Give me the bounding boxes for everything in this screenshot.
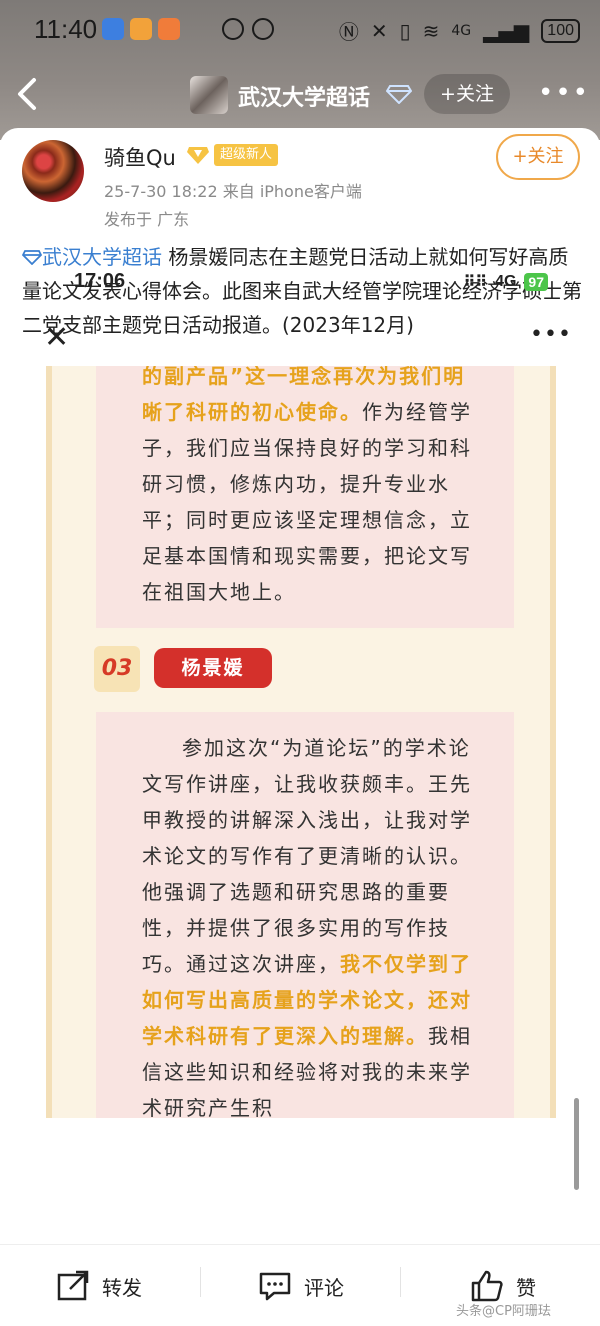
divider <box>200 1267 201 1297</box>
signal-bars-icon: ▂▄▆ <box>483 18 530 43</box>
signal-icon: 4G <box>451 22 472 39</box>
quote-box: 参加这次“为道论坛”的学术论文写作讲座，让我收获颇丰。王先甲教授的讲解深入浅出，… <box>96 712 514 1118</box>
repost-label: 转发 <box>102 1275 142 1300</box>
quote-box: 的副产品”这一理念再次为我们明晰了科研的初心使命。作为经管学子，我们应当保持良好… <box>96 366 514 628</box>
app-notification-icon <box>158 18 180 40</box>
thumbs-up-icon <box>471 1270 503 1302</box>
status-badge: 超级新人 <box>214 144 279 166</box>
eye-icon <box>252 18 274 40</box>
status-time: 11:40 <box>34 14 98 44</box>
like-label: 赞 <box>516 1275 536 1300</box>
wifi-icon: ≋ <box>422 18 440 43</box>
status-bar: 11:40 Ⓝ ✕ ▯ ≋ 4G ▂▄▆ 100 <box>0 0 600 62</box>
section-name: 杨景媛 <box>154 648 272 688</box>
topic-follow-button[interactable]: +关注 <box>424 74 510 114</box>
header-background: 11:40 Ⓝ ✕ ▯ ≋ 4G ▂▄▆ 100 武汉大学超话 +关注 ••• <box>0 0 600 140</box>
signal-dots-icon: ⠿⠿ <box>463 274 488 291</box>
vibrate-icon: ▯ <box>399 18 411 43</box>
back-icon[interactable] <box>14 74 50 114</box>
author-name[interactable]: 骑鱼Qu <box>104 142 176 172</box>
divider <box>400 1267 401 1297</box>
more-icon[interactable]: ••• <box>538 78 590 108</box>
scrollbar[interactable] <box>574 1098 579 1190</box>
diamond-icon <box>386 85 412 104</box>
follow-button[interactable]: +关注 <box>496 134 580 180</box>
section-number: 03 <box>94 646 140 692</box>
paragraph: 参加这次“为道论坛”的学术论文写作讲座，让我收获颇丰。王先甲教授的讲解深入浅出，… <box>142 730 472 1118</box>
nfc-icon: Ⓝ <box>338 20 359 44</box>
app-notification-icon <box>102 18 124 40</box>
battery-icon: 100 <box>541 18 580 43</box>
embedded-status-bar: 17:06 ⠿⠿ 4G 97 <box>0 258 600 308</box>
embedded-status-icons: ⠿⠿ 4G 97 <box>464 272 548 292</box>
comment-button[interactable]: 评论 <box>258 1269 344 1303</box>
embedded-battery: 97 <box>524 273 548 291</box>
status-icons: Ⓝ ✕ ▯ ≋ 4G ▂▄▆ 100 <box>339 16 580 45</box>
close-icon: ✕ <box>44 320 70 355</box>
topic-title[interactable]: 武汉大学超话 <box>238 80 370 112</box>
topic-avatar[interactable] <box>190 76 228 114</box>
mute-icon: ✕ <box>370 18 388 43</box>
embedded-nav: ✕ ••• <box>0 320 600 364</box>
embedded-time: 17:06 <box>74 270 126 292</box>
navigation-bar: 武汉大学超话 +关注 ••• <box>0 62 600 128</box>
paragraph-text: 参加这次“为道论坛”的学术论文写作讲座，让我收获颇丰。王先甲教授的讲解深入浅出，… <box>142 736 472 976</box>
avatar[interactable] <box>22 140 84 202</box>
post-meta: 25-7-30 18:22 来自 iPhone客户端 <box>104 182 362 201</box>
vpn-icon <box>222 18 244 40</box>
watermark: 头条@CP阿珊珐 <box>456 1304 551 1319</box>
repost-icon <box>57 1270 89 1301</box>
vip-icon <box>187 147 209 164</box>
embedded-network: 4G <box>495 273 517 290</box>
embedded-article-image[interactable]: 的副产品”这一理念再次为我们明晰了科研的初心使命。作为经管学子，我们应当保持良好… <box>46 366 556 1118</box>
more-icon: ••• <box>530 322 572 347</box>
comment-label: 评论 <box>304 1275 344 1300</box>
like-button[interactable]: 赞 <box>470 1269 536 1303</box>
paragraph-text: 作为经管学子，我们应当保持良好的学习和科研习惯，修炼内功，提升专业水平；同时更应… <box>142 400 472 604</box>
post-location: 发布于 广东 <box>104 210 190 229</box>
comment-icon <box>259 1272 291 1301</box>
paragraph: 的副产品”这一理念再次为我们明晰了科研的初心使命。作为经管学子，我们应当保持良好… <box>142 366 472 610</box>
app-notification-icon <box>130 18 152 40</box>
repost-button[interactable]: 转发 <box>56 1269 142 1303</box>
